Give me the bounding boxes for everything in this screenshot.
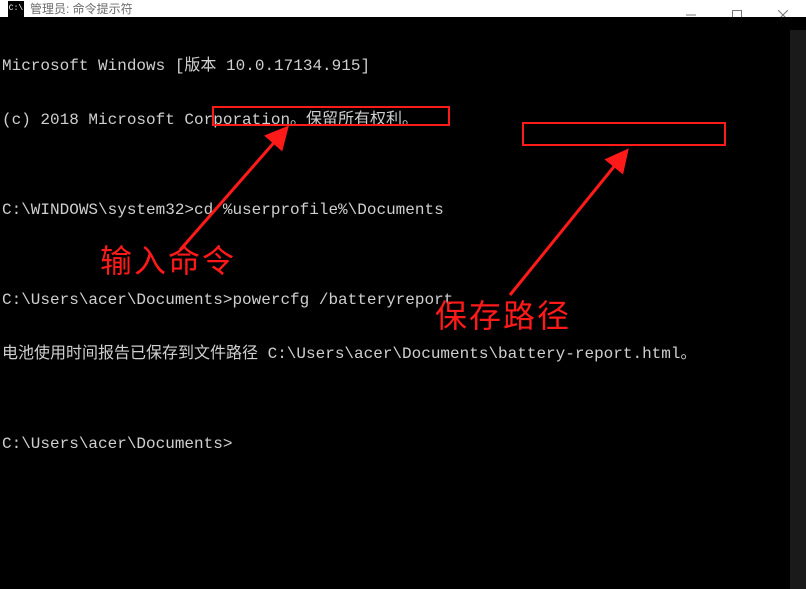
annotation-label-command: 输入命令 <box>100 252 236 270</box>
typed-command: powercfg /batteryreport <box>232 291 453 309</box>
terminal-line: 电池使用时间报告已保存到文件路径 C:\Users\acer\Documents… <box>2 345 804 363</box>
terminal-line: Microsoft Windows [版本 10.0.17134.915] <box>2 57 804 75</box>
cmd-icon-text: C:\ <box>9 4 23 13</box>
terminal-area[interactable]: Microsoft Windows [版本 10.0.17134.915] (c… <box>0 17 806 589</box>
output-text: 电池使用时间报告已保存到文件路径 C:\Users\acer\Documents… <box>2 345 498 363</box>
terminal-line: C:\WINDOWS\system32>cd %userprofile%\Doc… <box>2 201 804 219</box>
terminal-line: (c) 2018 Microsoft Corporation。保留所有权利。 <box>2 111 804 129</box>
vertical-scrollbar[interactable] <box>790 30 806 589</box>
annotation-arrow-savepath <box>500 145 640 300</box>
annotation-arrow-command <box>170 125 300 255</box>
typed-command: cd %userprofile%\Documents <box>194 201 444 219</box>
titlebar[interactable]: C:\ 管理员: 命令提示符 <box>0 0 806 17</box>
window: C:\ 管理员: 命令提示符 Microsoft Windows [版本 10.… <box>0 0 806 589</box>
prompt: C:\Users\acer\Documents> <box>2 291 232 309</box>
annotation-label-savepath: 保存路径 <box>435 307 571 325</box>
terminal-line: C:\Users\acer\Documents> <box>2 435 804 453</box>
output-text: 。 <box>680 345 696 363</box>
prompt: C:\Users\acer\Documents> <box>2 435 232 453</box>
cmd-icon: C:\ <box>8 1 24 17</box>
terminal-line: C:\Users\acer\Documents>powercfg /batter… <box>2 291 804 309</box>
prompt: C:\WINDOWS\system32> <box>2 201 194 219</box>
window-title: 管理员: 命令提示符 <box>30 0 133 17</box>
output-filename: battery-report.html <box>498 345 680 363</box>
